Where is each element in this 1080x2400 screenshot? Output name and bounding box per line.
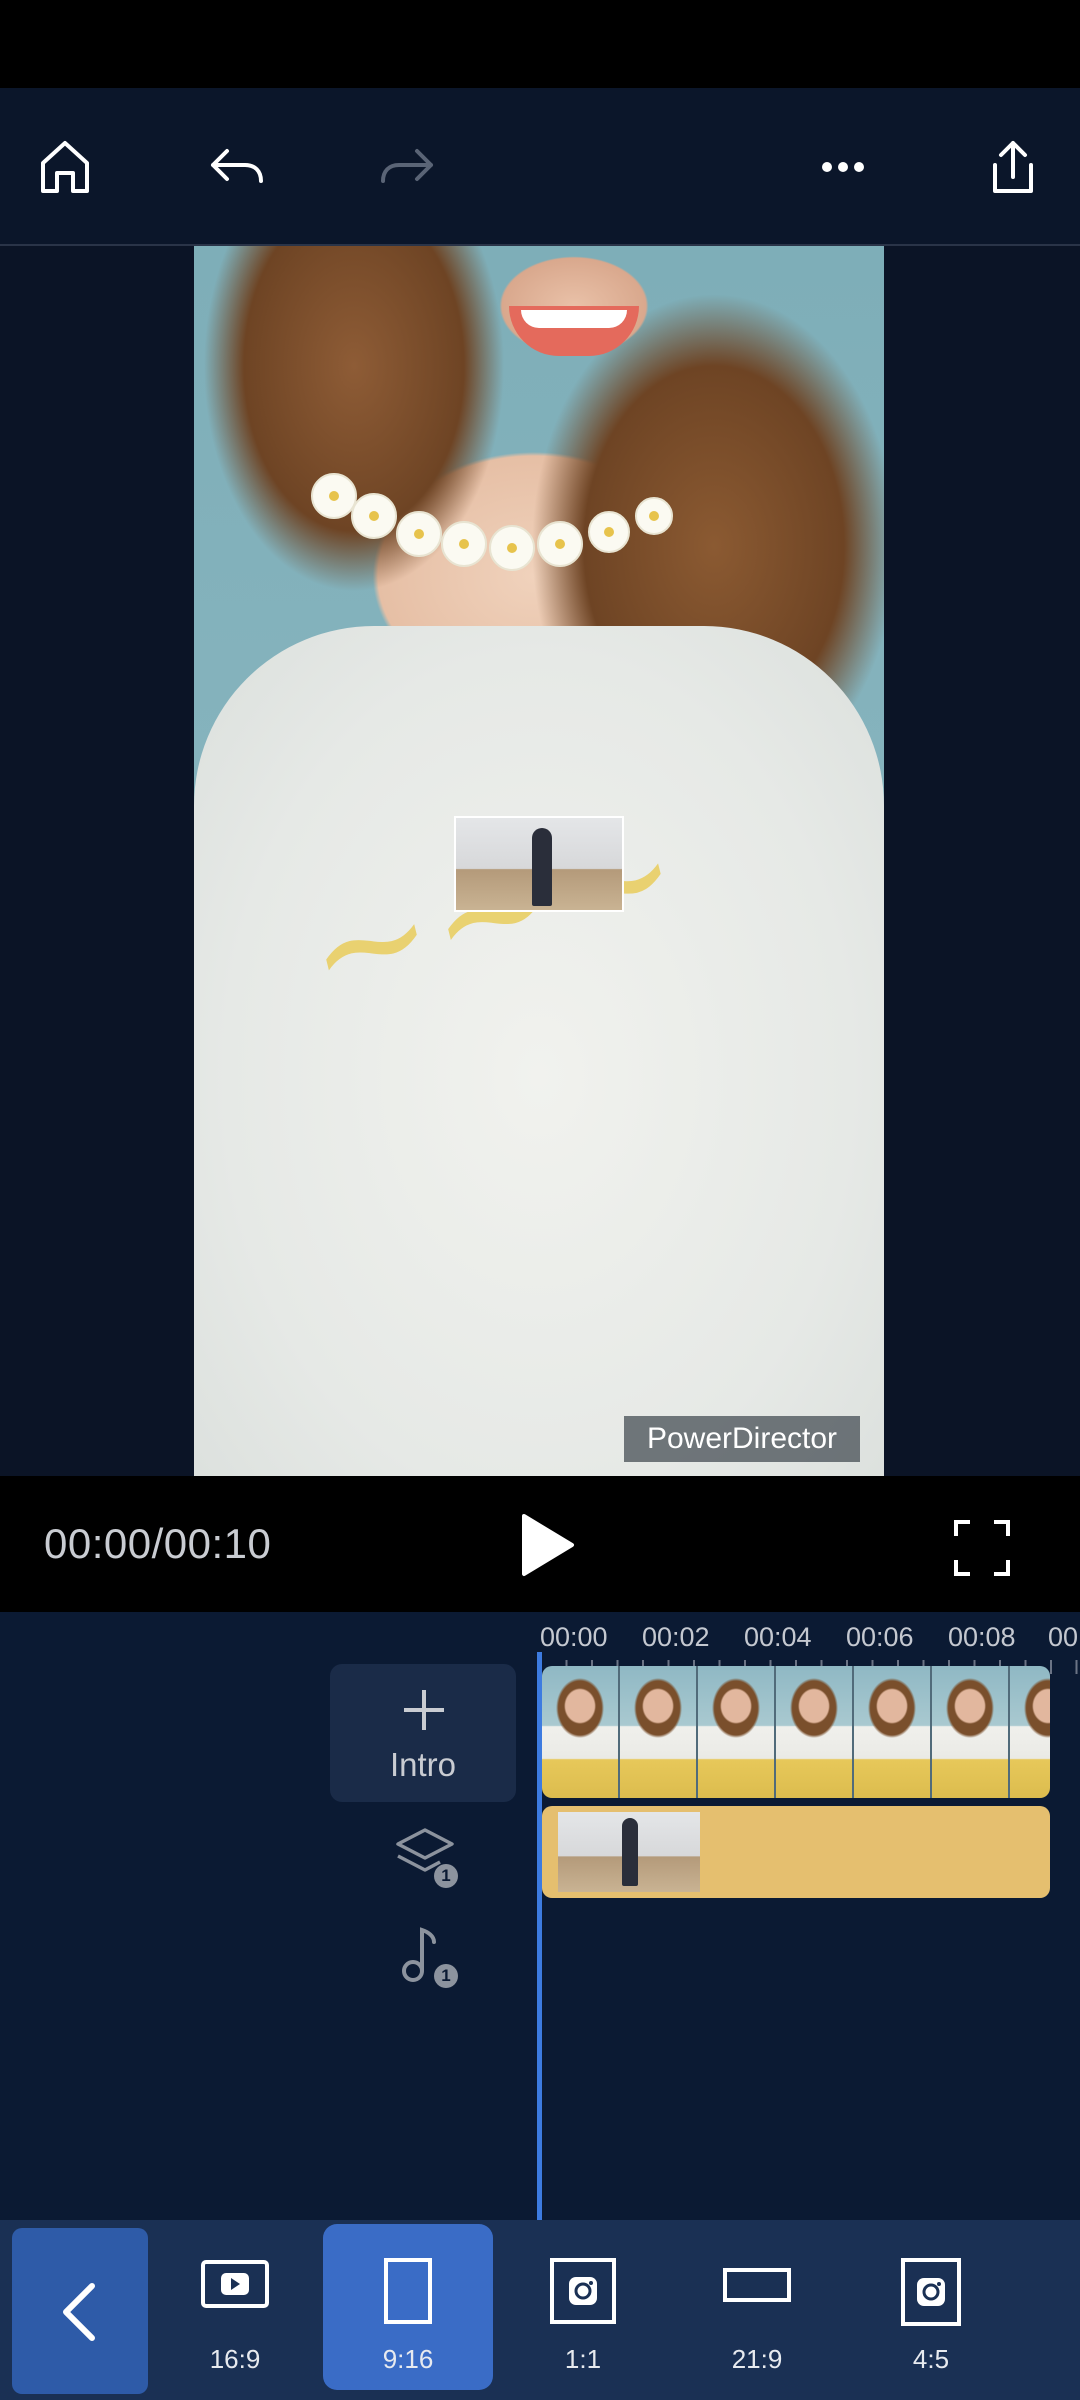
- fullscreen-button[interactable]: [950, 1516, 1014, 1580]
- person-figure: [622, 1818, 638, 1886]
- audio-count-badge: 1: [434, 1964, 458, 1988]
- ratio-16-9-button[interactable]: 16:9: [150, 2220, 320, 2400]
- playhead[interactable]: [537, 1652, 542, 2220]
- youtube-icon: [201, 2260, 269, 2308]
- widescreen-icon: [723, 2268, 791, 2302]
- video-frame-thumbnail: [854, 1666, 932, 1798]
- timecode: 00:00/00:10: [44, 1520, 272, 1567]
- ratio-label: 1:1: [564, 2344, 602, 2374]
- person-figure: [532, 828, 552, 906]
- video-frame-thumbnail: [932, 1666, 1010, 1798]
- portrait-icon: [384, 2258, 432, 2324]
- video-frame-thumbnail: [620, 1666, 698, 1798]
- ruler-label: 00:06: [846, 1622, 914, 1652]
- timeline[interactable]: 00:00 00:02 00:04 00:06 00:08 00: Intro …: [0, 1612, 1080, 2220]
- ratio-4-5-button[interactable]: 4:5: [846, 2220, 1016, 2400]
- plus-icon: [404, 1690, 444, 1730]
- ratio-label: 21:9: [731, 2344, 783, 2374]
- overlay-count-badge: 1: [434, 1864, 458, 1888]
- ratio-1-1-button[interactable]: 1:1: [498, 2220, 668, 2400]
- redo-button[interactable]: [364, 124, 450, 210]
- intro-label: Intro: [389, 1746, 457, 1783]
- back-button[interactable]: [12, 2228, 148, 2394]
- overlay-track-clip[interactable]: [542, 1806, 1050, 1898]
- main-video-track[interactable]: [542, 1666, 1050, 1798]
- home-icon: [41, 141, 89, 193]
- undo-button[interactable]: [194, 124, 280, 210]
- chevron-left-icon: [63, 2283, 95, 2341]
- instagram-icon: [550, 2258, 616, 2324]
- export-button[interactable]: [970, 124, 1056, 210]
- ruler-label: 00:: [1048, 1622, 1080, 1652]
- redo-icon: [381, 149, 433, 183]
- more-icon: [822, 162, 864, 172]
- overlay-clip-thumbnail: [558, 1812, 700, 1892]
- play-button[interactable]: [510, 1508, 580, 1582]
- ratio-label: 9:16: [382, 2344, 434, 2374]
- smile-graphic: [509, 306, 639, 356]
- audio-track-button[interactable]: 1: [390, 1920, 460, 1990]
- app-root: ~~~ PowerDirector 00:00/00:10 00:00 00:0…: [0, 0, 1080, 2400]
- video-frame-thumbnail: [542, 1666, 620, 1798]
- top-toolbar: [0, 88, 1080, 246]
- video-frame-thumbnail: [776, 1666, 854, 1798]
- ratio-9-16-button[interactable]: 9:16: [323, 2224, 493, 2390]
- ratio-label: 16:9: [209, 2344, 261, 2374]
- preview-area: ~~~ PowerDirector: [0, 246, 1080, 1476]
- ruler-label: 00:00: [540, 1622, 608, 1652]
- necklace-graphic: [311, 473, 673, 571]
- ratio-21-9-button[interactable]: 21:9: [672, 2220, 842, 2400]
- aspect-ratio-bar: 16:9 9:16 1:1 21:9 4:5: [0, 2220, 1080, 2400]
- ratio-label: 4:5: [912, 2344, 950, 2374]
- ruler-label: 00:08: [948, 1622, 1016, 1652]
- overlay-track-button[interactable]: 1: [390, 1820, 460, 1890]
- status-bar: [0, 0, 1080, 88]
- playback-bar: 00:00/00:10: [0, 1476, 1080, 1612]
- instagram-icon: [901, 2258, 961, 2326]
- video-frame-thumbnail: [698, 1666, 776, 1798]
- overlay-clip-preview[interactable]: [454, 816, 624, 912]
- ruler-label: 00:02: [642, 1622, 710, 1652]
- video-frame-thumbnail: [1010, 1666, 1050, 1798]
- undo-icon: [211, 149, 263, 183]
- watermark[interactable]: PowerDirector: [624, 1416, 860, 1462]
- add-intro-button[interactable]: Intro: [330, 1664, 516, 1802]
- more-button[interactable]: [800, 124, 886, 210]
- ruler-label: 00:04: [744, 1622, 812, 1652]
- home-button[interactable]: [22, 124, 108, 210]
- video-preview[interactable]: ~~~ PowerDirector: [194, 246, 884, 1476]
- shirt-graphic: [194, 626, 884, 1476]
- export-icon: [993, 141, 1033, 193]
